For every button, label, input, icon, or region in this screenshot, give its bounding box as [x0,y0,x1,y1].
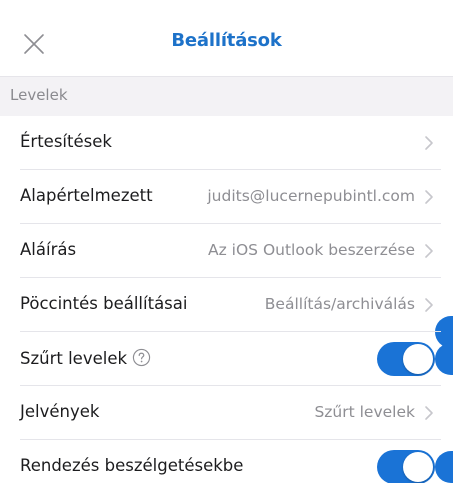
page-title: Beállítások [171,30,282,51]
conversation-threading-toggle[interactable] [377,450,435,483]
help-icon[interactable] [132,348,151,367]
row-label: Értesítések [20,132,112,151]
row-label: Alapértelmezett [20,186,153,205]
edge-indicator [435,451,453,483]
chevron-right-icon [425,244,433,258]
row-rendezes-beszelgetesekbe[interactable]: Rendezés beszélgetésekbe [0,440,453,483]
settings-list: Értesítések Alapértelmezett judits@lucer… [0,116,453,483]
row-szurt-levelek[interactable]: Szűrt levelek [0,332,453,386]
section-title: Levelek [10,86,68,104]
nav-header: Beállítások [0,0,453,76]
row-value: Szűrt levelek [314,403,415,421]
chevron-right-icon [425,406,433,420]
section-header-levelek: Levelek [0,76,453,116]
row-value: Az iOS Outlook beszerzése [208,241,415,259]
row-label: Rendezés beszélgetésekbe [20,456,244,475]
row-alapertelmezett[interactable]: Alapértelmezett judits@lucernepubintl.co… [0,170,453,224]
row-label: Pöccintés beállításai [20,294,188,313]
chevron-right-icon [425,298,433,312]
toggle-knob [403,344,433,374]
row-value: judits@lucernepubintl.com [207,187,415,205]
toggle-knob [403,452,433,482]
filtered-mail-toggle[interactable] [377,342,435,376]
row-label: Szűrt levelek [20,348,151,368]
chevron-right-icon [425,190,433,204]
settings-screen: Beállítások Levelek Értesítések Alapérte… [0,0,453,483]
row-label: Aláírás [20,240,77,259]
row-label: Jelvények [20,402,100,421]
row-ertesitesek[interactable]: Értesítések [0,116,453,170]
chevron-right-icon [425,136,433,150]
row-jelvenyek[interactable]: Jelvények Szűrt levelek [0,386,453,440]
row-alairas[interactable]: Aláírás Az iOS Outlook beszerzése [0,224,453,278]
edge-indicator [435,343,453,375]
row-poccintes-beallitasai[interactable]: Pöccintés beállításai Beállítás/archivál… [0,278,453,348]
row-value: Beállítás/archiválás [264,295,415,313]
row-label-text: Szűrt levelek [20,349,128,368]
